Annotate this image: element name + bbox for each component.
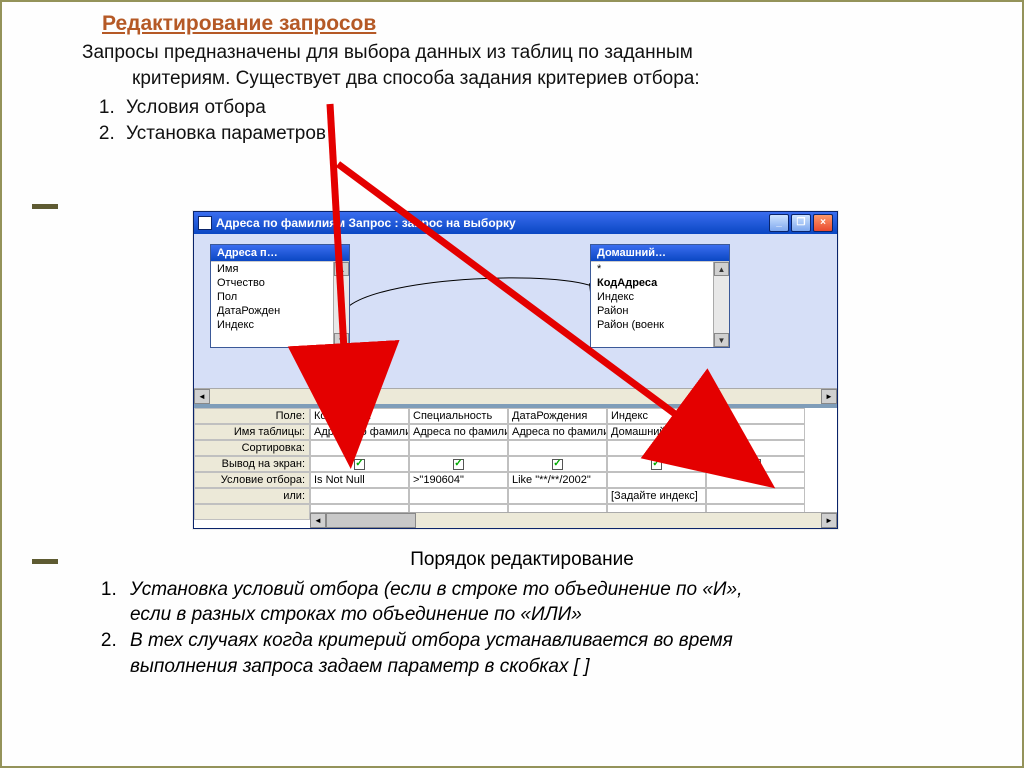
table-right-title[interactable]: Домашний… <box>591 245 729 261</box>
field-item[interactable]: Район <box>591 304 729 318</box>
intro-item-1: Условия отбора <box>120 95 822 121</box>
scroll-right-icon[interactable]: ► <box>821 389 837 404</box>
field-item[interactable]: ДатаРожден <box>211 304 349 318</box>
bottom-subtitle: Порядок редактирование <box>82 547 962 573</box>
criteria-cell[interactable]: >"190604" <box>409 472 508 488</box>
or-cell[interactable]: [Задайте индекс] <box>607 488 706 504</box>
table-left-title[interactable]: Адреса п… <box>211 245 349 261</box>
grid-cell[interactable]: Рай <box>706 408 805 424</box>
intro-line-1: Запросы предназначены для выбора данных … <box>82 42 693 63</box>
maximize-button[interactable]: ❐ <box>791 214 811 232</box>
lower-hscroll[interactable]: ◄ ► <box>310 512 837 528</box>
grid-cell[interactable] <box>607 440 706 456</box>
field-item[interactable]: Пол <box>211 290 349 304</box>
intro-line-2: критериям. Существует два способа задани… <box>82 66 822 92</box>
intro-item-2: Установка параметров <box>120 121 822 147</box>
bottom-item-2: В тех случаях когда критерий отбора уста… <box>122 628 962 679</box>
design-grid-pane[interactable]: Поле: КодАдреса Специальность ДатаРожден… <box>194 408 837 528</box>
row-label-empty <box>194 504 310 520</box>
field-scrollbar[interactable]: ▲ ▼ <box>333 262 349 347</box>
design-grid[interactable]: Поле: КодАдреса Специальность ДатаРожден… <box>194 408 837 520</box>
row-label-table: Имя таблицы: <box>194 424 310 440</box>
row-label-field: Поле: <box>194 408 310 424</box>
window-title-text: Адреса по фамилиям Запрос : запрос на вы… <box>216 212 516 234</box>
grid-cell[interactable]: Дом <box>706 424 805 440</box>
scroll-down-icon[interactable]: ▼ <box>334 333 349 347</box>
bottom-item-1: Установка условий отбора (если в строке … <box>122 577 962 628</box>
scroll-left-icon[interactable]: ◄ <box>194 389 210 404</box>
criteria-cell[interactable] <box>607 472 706 488</box>
show-checkbox[interactable]: ✓ <box>508 456 607 472</box>
show-checkbox[interactable]: ✓ <box>310 456 409 472</box>
table-box-right[interactable]: Домашний… * КодАдреса Индекс Район Район… <box>590 244 730 348</box>
table-box-left[interactable]: Адреса п… Имя Отчество Пол ДатаРожден Ин… <box>210 244 350 348</box>
criteria-cell[interactable] <box>706 472 805 488</box>
or-cell[interactable] <box>508 488 607 504</box>
bottom-block: Порядок редактирование Установка условий… <box>82 547 962 679</box>
scroll-thumb[interactable] <box>326 513 416 528</box>
tables-pane[interactable]: Адреса п… Имя Отчество Пол ДатаРожден Ин… <box>194 234 837 404</box>
scroll-up-icon[interactable]: ▲ <box>714 262 729 276</box>
scroll-left-icon[interactable]: ◄ <box>310 513 326 528</box>
grid-cell[interactable]: Индекс <box>607 408 706 424</box>
row-label-criteria: Условие отбора: <box>194 472 310 488</box>
row-label-show: Вывод на экран: <box>194 456 310 472</box>
window-titlebar[interactable]: Адреса по фамилиям Запрос : запрос на вы… <box>194 212 837 234</box>
criteria-cell[interactable]: Like "**/**/2002" <box>508 472 607 488</box>
grid-cell[interactable]: Адреса по фамили <box>310 424 409 440</box>
field-item[interactable]: Отчество <box>211 276 349 290</box>
upper-hscroll[interactable]: ◄ ► <box>194 388 837 404</box>
grid-cell[interactable]: Адреса по фамили <box>508 424 607 440</box>
grid-cell[interactable] <box>310 440 409 456</box>
relationship-line <box>349 266 604 306</box>
query-design-window: Адреса по фамилиям Запрос : запрос на вы… <box>193 211 838 529</box>
field-item[interactable]: Имя <box>211 262 349 276</box>
grid-cell[interactable]: Домашний адрес <box>607 424 706 440</box>
show-checkbox[interactable]: ✓ <box>409 456 508 472</box>
page-title: Редактирование запросов <box>102 12 376 36</box>
field-item[interactable]: Индекс <box>591 290 729 304</box>
scroll-right-icon[interactable]: ► <box>821 513 837 528</box>
field-item[interactable]: * <box>591 262 729 276</box>
show-checkbox[interactable] <box>706 456 805 472</box>
window-icon <box>198 216 212 230</box>
grid-cell[interactable] <box>409 440 508 456</box>
intro-block: Запросы предназначены для выбора данных … <box>82 40 822 147</box>
scroll-up-icon[interactable]: ▲ <box>334 262 349 276</box>
field-item-key[interactable]: КодАдреса <box>591 276 729 290</box>
field-item[interactable]: Район (военк <box>591 318 729 332</box>
minimize-button[interactable]: _ <box>769 214 789 232</box>
grid-cell[interactable]: Специальность <box>409 408 508 424</box>
or-cell[interactable] <box>409 488 508 504</box>
row-label-sort: Сортировка: <box>194 440 310 456</box>
grid-cell[interactable] <box>508 440 607 456</box>
close-button[interactable]: × <box>813 214 833 232</box>
scroll-down-icon[interactable]: ▼ <box>714 333 729 347</box>
show-checkbox[interactable]: ✓ <box>607 456 706 472</box>
row-label-or: или: <box>194 488 310 504</box>
grid-cell[interactable] <box>706 440 805 456</box>
or-cell[interactable] <box>310 488 409 504</box>
or-cell[interactable] <box>706 488 805 504</box>
criteria-cell[interactable]: Is Not Null <box>310 472 409 488</box>
grid-cell[interactable]: ДатаРождения <box>508 408 607 424</box>
grid-cell[interactable]: КодАдреса <box>310 408 409 424</box>
field-item[interactable]: Индекс <box>211 318 349 332</box>
field-scrollbar[interactable]: ▲ ▼ <box>713 262 729 347</box>
grid-cell[interactable]: Адреса по фамили <box>409 424 508 440</box>
